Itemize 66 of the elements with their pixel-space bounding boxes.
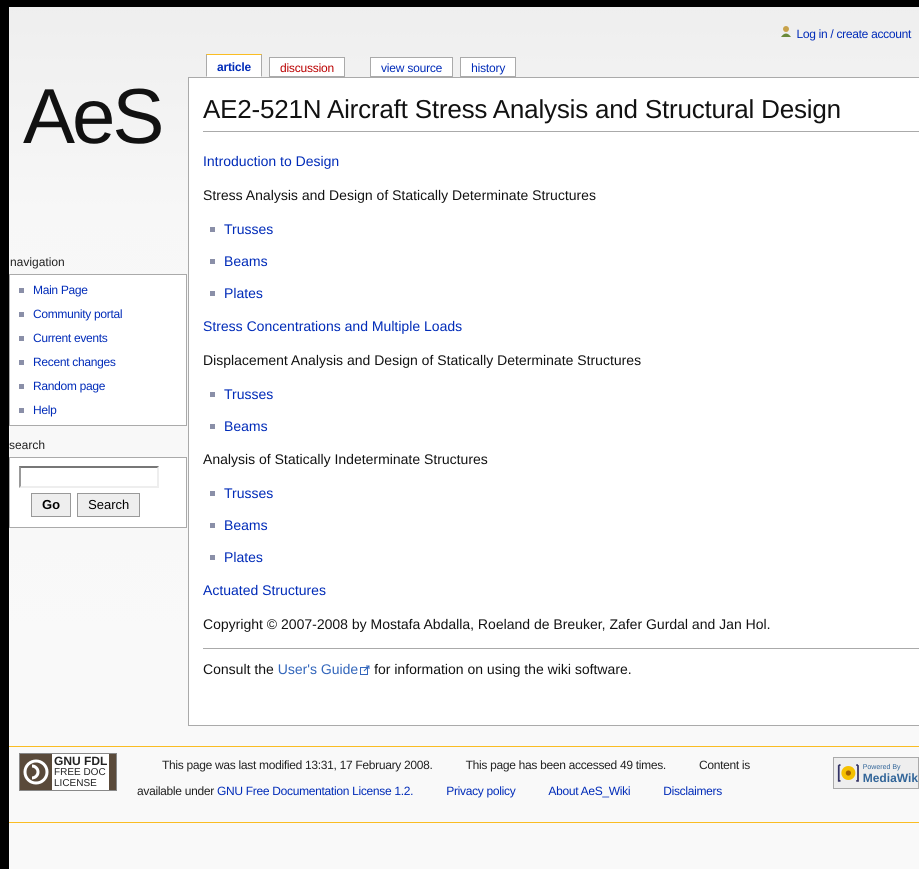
- bullet-icon: [210, 290, 215, 296]
- section-text: Displacement Analysis and Design of Statically Determinate Structures: [203, 351, 642, 370]
- page-tab[interactable]: discussion: [268, 57, 345, 77]
- sunflower-icon: [837, 762, 860, 784]
- bullet-icon: [19, 336, 24, 340]
- footer-link[interactable]: Privacy policy: [446, 782, 516, 800]
- nav-link[interactable]: Current events: [33, 329, 108, 347]
- access-count-text: This page has been accessed 49 times.: [466, 757, 666, 774]
- page-tab[interactable]: history: [460, 57, 516, 77]
- nav-link[interactable]: Recent changes: [33, 353, 116, 371]
- license-text: available under GNU Free Documentation License 1.2.: [137, 783, 414, 800]
- bullet-icon: [19, 360, 24, 364]
- copyleft-icon: [23, 759, 49, 785]
- bullet-icon: [210, 490, 215, 496]
- bullet-icon: [210, 226, 215, 232]
- modified-text: This page was last modified 13:31, 17 February 2008.: [162, 757, 433, 774]
- page-tab[interactable]: view source: [370, 57, 454, 77]
- topic-link[interactable]: Trusses: [224, 482, 274, 504]
- user-icon: [780, 25, 792, 38]
- nav-link[interactable]: Community portal: [33, 305, 122, 323]
- topic-link[interactable]: Beams: [224, 250, 268, 272]
- login-link[interactable]: Log in / create account: [796, 25, 911, 43]
- content-link[interactable]: Introduction to Design: [203, 150, 340, 172]
- help-note: Consult the User's Guide for information on using the wiki software.: [203, 660, 633, 679]
- powered-text: MediaWik: [862, 773, 918, 783]
- license-link[interactable]: GNU Free Documentation License 1.2.: [216, 784, 414, 798]
- badge-text: LICENSE: [54, 778, 98, 788]
- nav-link[interactable]: Main Page: [33, 281, 88, 299]
- badge-text: FREE DOC: [54, 766, 107, 778]
- search-button[interactable]: Search: [77, 493, 140, 517]
- topic-link[interactable]: Beams: [224, 416, 268, 436]
- footer-link[interactable]: About AeS_Wiki: [548, 782, 630, 800]
- page-tab[interactable]: article: [206, 54, 262, 77]
- search-field[interactable]: [19, 466, 159, 488]
- page-title: AE2-521N Aircraft Stress Analysis and Structural Design: [203, 90, 919, 132]
- bullet-icon: [210, 258, 215, 264]
- bullet-icon: [19, 288, 24, 292]
- bullet-icon: [210, 522, 215, 528]
- bullet-icon: [19, 384, 24, 388]
- search-heading: search: [9, 437, 46, 454]
- section-text: Analysis of Statically Indeterminate Structures: [203, 450, 488, 469]
- section-text: Stress Analysis and Design of Statically Determinate Structures: [203, 186, 596, 205]
- topic-link[interactable]: Beams: [224, 514, 268, 536]
- nav-link[interactable]: Help: [33, 401, 56, 419]
- badge-text: GNU FDL: [54, 756, 108, 766]
- search-button[interactable]: Go: [31, 493, 72, 517]
- navigation-heading: navigation: [9, 254, 66, 271]
- guide-link[interactable]: User's Guide: [278, 661, 370, 677]
- content-link[interactable]: Stress Concentrations and Multiple Loads: [203, 316, 462, 336]
- topic-link[interactable]: Trusses: [224, 384, 274, 404]
- footer-link[interactable]: Disclaimers: [663, 782, 722, 800]
- nav-link[interactable]: Random page: [33, 377, 106, 395]
- bullet-icon: [19, 312, 24, 316]
- external-link-icon: [360, 665, 370, 676]
- content-link[interactable]: Actuated Structures: [203, 580, 326, 600]
- site-logo[interactable]: AeS: [9, 77, 187, 253]
- license-badge[interactable]: GNU FDL FREE DOC LICENSE: [19, 753, 117, 791]
- topic-link[interactable]: Plates: [224, 282, 263, 304]
- content-license-text: Content is: [698, 757, 750, 774]
- bullet-icon: [210, 424, 215, 428]
- bullet-icon: [19, 408, 24, 412]
- bullet-icon: [210, 554, 215, 560]
- section-text: Copyright © 2007-2008 by Mostafa Abdalla, Roeland de Breuker, Zafer Gurdal and Jan Hol.: [203, 615, 771, 634]
- topic-link[interactable]: Plates: [224, 546, 263, 568]
- bullet-icon: [210, 392, 215, 396]
- topic-link[interactable]: Trusses: [224, 218, 274, 240]
